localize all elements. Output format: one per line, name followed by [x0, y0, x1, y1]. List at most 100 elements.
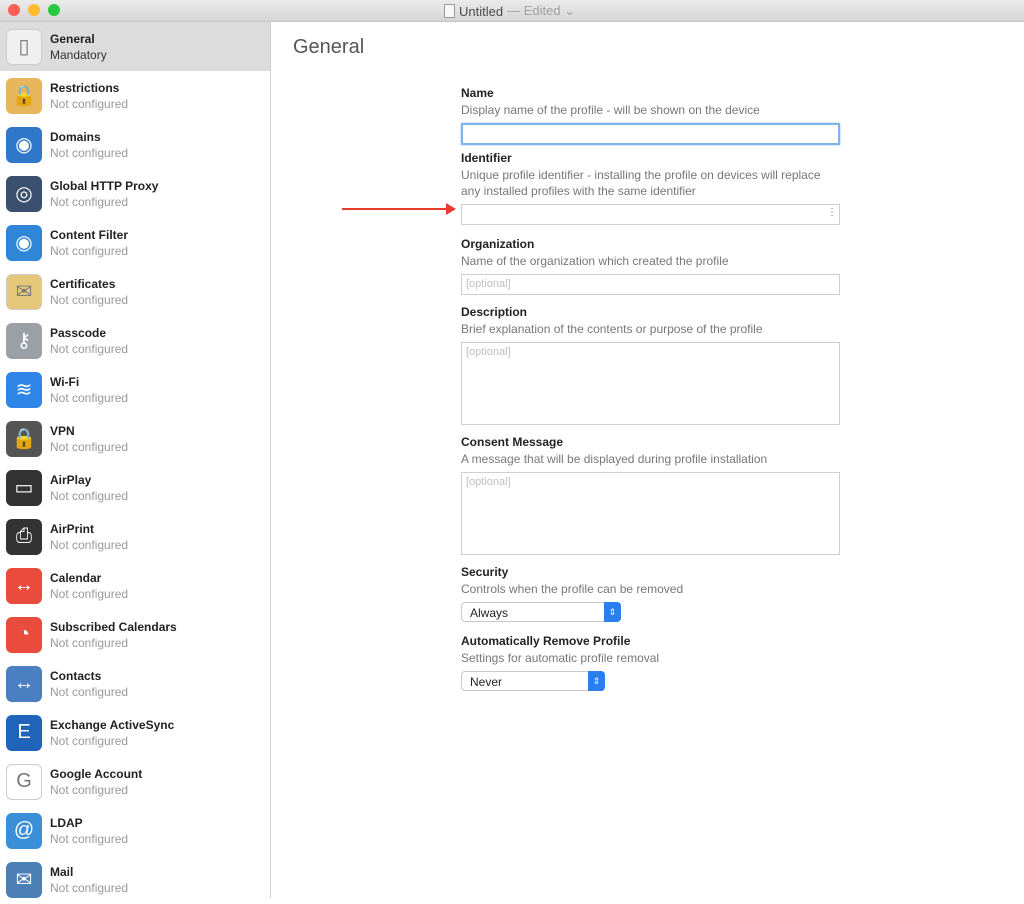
description-label: Description	[461, 305, 528, 319]
close-button[interactable]	[8, 4, 20, 16]
exchange-icon: E	[6, 714, 42, 751]
sidebar-item-status: Not configured	[50, 684, 129, 699]
payload-sidebar: ▯ General Mandatory 🔒 Restrictions Not co…	[0, 22, 271, 898]
key-icon: ⚷	[6, 322, 42, 359]
consent-desc: A message that will be displayed during …	[461, 452, 768, 466]
organization-desc: Name of the organization which created t…	[461, 254, 729, 268]
sidebar-item-title: Global HTTP Proxy	[50, 178, 159, 193]
padlocks-icon: 🔒	[6, 77, 42, 114]
sidebar-item-title: Mail	[50, 864, 74, 879]
sidebar-item-passcode[interactable]: ⚷ Passcode Not configured	[0, 316, 270, 365]
description-textarea[interactable]: [optional]	[461, 342, 840, 425]
organization-input[interactable]: [optional]	[461, 274, 840, 295]
resize-handle-icon: ⋮	[827, 207, 837, 218]
main-pane: General Name Display name of the profile…	[272, 22, 1024, 898]
google-icon: G	[6, 763, 42, 800]
title-text: Untitled	[459, 3, 504, 19]
calendar-icon: ↔	[6, 567, 42, 604]
identifier-desc: Unique profile identifier - installing t…	[461, 168, 821, 198]
certificate-icon: ✉	[6, 273, 42, 310]
sidebar-item-status: Not configured	[50, 635, 129, 650]
sidebar-item-calendar[interactable]: ↔ Calendar Not configured	[0, 561, 270, 610]
sidebar-item-airplay[interactable]: ▭ AirPlay Not configured	[0, 463, 270, 512]
security-select[interactable]: Always ⇕	[461, 602, 621, 622]
document-icon	[444, 4, 455, 18]
auto-remove-desc: Settings for automatic profile removal	[461, 651, 660, 665]
consent-textarea[interactable]: [optional]	[461, 472, 840, 555]
chevron-updown-icon: ⇕	[588, 671, 605, 691]
sidebar-item-status: Not configured	[50, 439, 129, 454]
sidebar-item-title: Domains	[50, 129, 101, 144]
sidebar-item-mail[interactable]: ✉ Mail Not configured	[0, 855, 270, 904]
security-label: Security	[461, 565, 509, 579]
window-title[interactable]: Untitled — Edited ⌄	[444, 3, 575, 19]
sidebar-item-status: Not configured	[50, 194, 129, 209]
sidebar-item-title: Restrictions	[50, 80, 120, 95]
sidebar-item-title: VPN	[50, 423, 75, 438]
sidebar-item-status: Not configured	[50, 880, 129, 895]
sidebar-item-restrictions[interactable]: 🔒 Restrictions Not configured	[0, 71, 270, 120]
chevron-updown-icon: ⇕	[604, 602, 621, 622]
ldap-icon: @	[6, 812, 42, 849]
sidebar-item-status: Not configured	[50, 586, 129, 601]
page-title: General	[293, 36, 365, 58]
sidebar-item-domains[interactable]: ◉ Domains Not configured	[0, 120, 270, 169]
sidebar-item-status: Not configured	[50, 243, 129, 258]
zoom-button[interactable]	[48, 4, 60, 16]
sidebar-item-contacts[interactable]: ↔ Contacts Not configured	[0, 659, 270, 708]
security-desc: Controls when the profile can be removed	[461, 582, 684, 596]
sidebar-item-title: Contacts	[50, 668, 102, 683]
airplay-icon: ▭	[6, 469, 42, 506]
mail-icon: ✉	[6, 861, 42, 898]
sidebar-item-title: Exchange ActiveSync	[50, 717, 175, 732]
vpn-lock-icon: 🔒	[6, 420, 42, 457]
sidebar-item-title: Subscribed Calendars	[50, 619, 177, 634]
sidebar-item-status: Not configured	[50, 733, 129, 748]
sidebar-item-status: Not configured	[50, 96, 129, 111]
sidebar-item-airprint[interactable]: ⎙ AirPrint Not configured	[0, 512, 270, 561]
proxy-globe-icon: ◎	[6, 175, 42, 212]
sidebar-item-exchange-activesync[interactable]: E Exchange ActiveSync Not configured	[0, 708, 270, 757]
sidebar-item-status: Not configured	[50, 145, 129, 160]
sidebar-item-subscribed-calendars[interactable]: ◔ Subscribed Calendars Not configured	[0, 610, 270, 659]
edited-status: — Edited ⌄	[507, 3, 576, 18]
sidebar-item-status: Not configured	[50, 341, 129, 356]
minimize-button[interactable]	[28, 4, 40, 16]
globe-icon: ◉	[6, 126, 42, 163]
security-value: Always	[470, 606, 509, 620]
sidebar-item-title: AirPlay	[50, 472, 92, 487]
filter-globe-icon: ◉	[6, 224, 42, 261]
identifier-input[interactable]: ⋮	[461, 204, 840, 225]
name-desc: Display name of the profile - will be sh…	[461, 103, 760, 117]
sidebar-item-title: Calendar	[50, 570, 102, 585]
sidebar-item-title: General	[50, 31, 95, 46]
sidebar-item-title: Content Filter	[50, 227, 128, 242]
identifier-label: Identifier	[461, 151, 512, 165]
sidebar-item-certificates[interactable]: ✉ Certificates Not configured	[0, 267, 270, 316]
sidebar-item-title: LDAP	[50, 815, 83, 830]
auto-remove-label: Automatically Remove Profile	[461, 634, 631, 648]
sidebar-item-global-http-proxy[interactable]: ◎ Global HTTP Proxy Not configured	[0, 169, 270, 218]
sidebar-item-general[interactable]: ▯ General Mandatory	[0, 22, 270, 71]
auto-remove-select[interactable]: Never ⇕	[461, 671, 605, 691]
printer-icon: ⎙	[6, 518, 42, 555]
description-desc: Brief explanation of the contents or pur…	[461, 322, 763, 336]
sidebar-item-wi-fi[interactable]: ≋ Wi-Fi Not configured	[0, 365, 270, 414]
general-form: Name Display name of the profile - will …	[461, 80, 841, 691]
title-bar: Untitled — Edited ⌄	[0, 0, 1024, 22]
sidebar-item-content-filter[interactable]: ◉ Content Filter Not configured	[0, 218, 270, 267]
sidebar-item-status: Not configured	[50, 782, 129, 797]
annotation-arrow	[342, 203, 456, 215]
sidebar-item-status: Mandatory	[50, 47, 107, 62]
sidebar-item-google-account[interactable]: G Google Account Not configured	[0, 757, 270, 806]
auto-remove-value: Never	[470, 675, 503, 689]
sidebar-item-status: Not configured	[50, 292, 129, 307]
organization-label: Organization	[461, 237, 535, 251]
sidebar-item-title: Wi-Fi	[50, 374, 80, 389]
sidebar-item-vpn[interactable]: 🔒 VPN Not configured	[0, 414, 270, 463]
sidebar-item-status: Not configured	[50, 537, 129, 552]
name-input[interactable]	[461, 123, 840, 145]
sidebar-item-ldap[interactable]: @ LDAP Not configured	[0, 806, 270, 855]
sidebar-item-title: Certificates	[50, 276, 116, 291]
subscribed-calendar-icon: ◔	[6, 616, 42, 653]
